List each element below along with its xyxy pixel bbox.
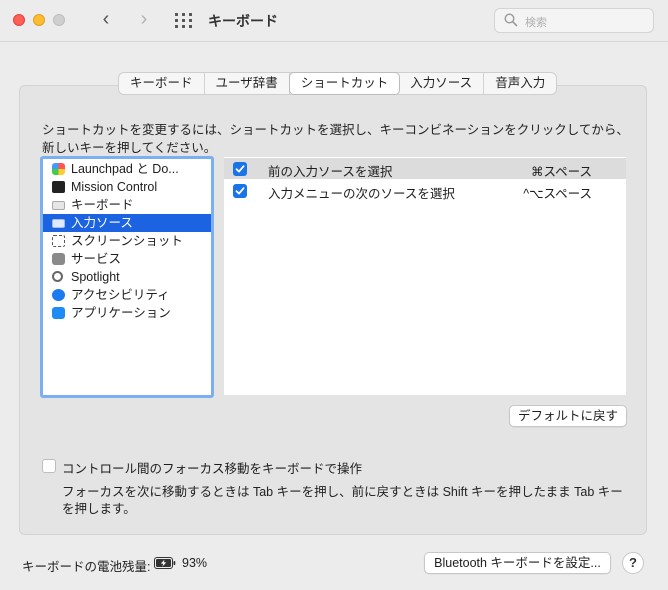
battery-percent: 93% <box>182 556 208 570</box>
category-services[interactable]: サービス <box>43 250 211 268</box>
tab-shortcuts[interactable]: ショートカット <box>289 73 400 94</box>
shortcut-name: 入力メニューの次のソースを選択 <box>268 187 455 201</box>
category-input-sources[interactable]: 入力ソース <box>43 214 211 232</box>
tab-keyboard[interactable]: キーボード <box>119 73 205 94</box>
category-label: キーボード <box>71 198 134 212</box>
services-gear-icon <box>52 253 65 265</box>
tab-input-sources[interactable]: 入力ソース <box>399 73 485 94</box>
window-title: キーボード <box>208 13 278 29</box>
help-button[interactable]: ? <box>622 552 644 574</box>
shortcut-keys[interactable]: ⌘スペース <box>531 161 592 180</box>
close-window-button[interactable] <box>13 14 25 26</box>
shortcut-table: 前の入力ソースを選択 ⌘スペース 入力メニューの次のソースを選択 ^⌥スペース <box>224 157 626 395</box>
bluetooth-keyboard-setup-button[interactable]: Bluetooth キーボードを設定... <box>424 552 611 574</box>
checkmark-icon <box>235 165 245 173</box>
shortcut-enabled-checkbox[interactable] <box>233 184 247 198</box>
input-source-icon <box>52 219 65 228</box>
category-label: アクセシビリティ <box>71 288 170 302</box>
category-label: スクリーンショット <box>71 234 183 248</box>
tab-bar: キーボード ユーザ辞書 ショートカット 入力ソース 音声入力 <box>118 72 558 95</box>
spotlight-icon <box>52 271 63 282</box>
keyboard-navigation-description: フォーカスを次に移動するときは Tab キーを押し、前に戻すときは Shift … <box>62 485 623 516</box>
category-label: 入力ソース <box>71 216 133 230</box>
forward-chevron-icon[interactable]: › <box>134 9 154 30</box>
accessibility-icon <box>52 289 65 301</box>
shortcut-row[interactable]: 入力メニューの次のソースを選択 ^⌥スペース <box>224 180 626 201</box>
battery-level-label: キーボードの電池残量: <box>22 560 151 574</box>
category-launchpad-dock[interactable]: Launchpad と Do... <box>43 160 211 178</box>
restore-defaults-button[interactable]: デフォルトに戻す <box>509 405 627 427</box>
category-spotlight[interactable]: Spotlight <box>43 268 211 286</box>
launchpad-icon <box>52 163 65 175</box>
instruction-text: ショートカットを変更するには、ショートカットを選択し、キーコンビネーションをクリ… <box>42 123 629 155</box>
tab-dictation[interactable]: 音声入力 <box>484 73 556 94</box>
category-label: サービス <box>71 252 122 266</box>
shortcut-enabled-checkbox[interactable] <box>233 162 247 176</box>
mission-control-icon <box>52 181 65 193</box>
category-label: アプリケーション <box>71 306 171 320</box>
keyboard-icon <box>52 201 65 210</box>
category-screenshots[interactable]: スクリーンショット <box>43 232 211 250</box>
tab-user-dictionary[interactable]: ユーザ辞書 <box>205 73 290 94</box>
category-keyboard[interactable]: キーボード <box>43 196 211 214</box>
keyboard-navigation-checkbox[interactable] <box>42 459 56 473</box>
category-label: Launchpad と Do... <box>71 162 179 176</box>
checkmark-icon <box>235 187 245 195</box>
keyboard-preferences-window: ‹ › キーボード 検索 キーボード ユーザ辞書 ショートカット 入力ソース 音… <box>0 0 668 590</box>
zoom-window-button[interactable] <box>53 14 65 26</box>
shortcut-name: 前の入力ソースを選択 <box>268 165 393 179</box>
screenshot-icon <box>52 235 65 247</box>
category-app-shortcuts[interactable]: アプリケーション <box>43 304 211 322</box>
category-accessibility[interactable]: アクセシビリティ <box>43 286 211 304</box>
category-list: Launchpad と Do... Mission Control キーボード … <box>40 156 214 398</box>
shortcut-row[interactable]: 前の入力ソースを選択 ⌘スペース <box>224 158 626 179</box>
battery-charging-icon <box>154 557 176 569</box>
category-label: Spotlight <box>71 270 120 284</box>
back-chevron-icon[interactable]: ‹ <box>96 9 116 30</box>
shortcut-keys[interactable]: ^⌥スペース <box>523 183 592 202</box>
minimize-window-button[interactable] <box>33 14 45 26</box>
search-placeholder: 検索 <box>525 17 547 29</box>
keyboard-navigation-label[interactable]: コントロール間のフォーカス移動をキーボードで操作 <box>62 458 362 477</box>
search-field[interactable]: 検索 <box>494 8 654 33</box>
app-store-icon <box>52 307 65 319</box>
title-bar: ‹ › キーボード 検索 <box>0 0 668 42</box>
search-icon <box>504 13 518 27</box>
category-label: Mission Control <box>71 180 158 194</box>
show-all-grid-icon[interactable] <box>174 12 194 28</box>
category-mission-control[interactable]: Mission Control <box>43 178 211 196</box>
